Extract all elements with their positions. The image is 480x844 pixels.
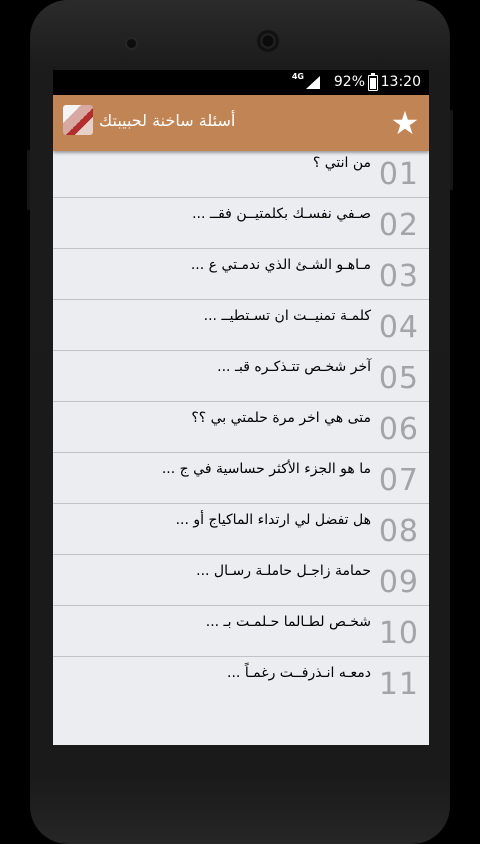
app-title: أسئلة ساخنة لحبيبتك [99, 111, 236, 130]
item-text: آخر شخـص تتـذكـره قبـ ... [217, 359, 371, 375]
list-item[interactable]: 09 حمامة زاجـل حاملـة رسـال ... [53, 555, 429, 606]
list-item[interactable]: 11 دمعـه انـذرفــت رغمـاً ... [53, 657, 429, 707]
item-number: 10 [378, 616, 419, 651]
item-number: 11 [378, 667, 419, 702]
list-item[interactable]: 05 آخر شخـص تتـذكـره قبـ ... [53, 351, 429, 402]
item-text: شخـص لطـالما حـلمـت بـ ... [205, 614, 371, 630]
battery-icon [368, 73, 378, 91]
item-number: 03 [378, 259, 419, 294]
star-icon: ★ [390, 104, 420, 142]
list-item[interactable]: 01 من انتي ؟ [53, 147, 429, 198]
item-text: من انتي ؟ [312, 155, 371, 171]
item-text: حمامة زاجـل حاملـة رسـال ... [196, 563, 371, 579]
speaker-grille [257, 30, 279, 52]
app-logo-icon [63, 105, 93, 135]
list-item[interactable]: 06 متى هي اخر مرة حلمتي بي ؟؟ [53, 402, 429, 453]
list-item[interactable]: 02 صـفي نفسـك بكلمتيــن فقــ ... [53, 198, 429, 249]
item-number: 05 [378, 361, 419, 396]
item-text: صـفي نفسـك بكلمتيــن فقــ ... [192, 206, 371, 222]
item-number: 07 [378, 463, 419, 498]
item-text: هل تفضل لي ارتداء الماكياج أو ... [175, 512, 371, 528]
favorite-button[interactable]: ★ [385, 103, 425, 143]
battery-percent: 92% [333, 74, 365, 90]
item-number: 02 [378, 208, 419, 243]
clock: 13:20 [380, 74, 421, 90]
question-list: 01 من انتي ؟ 02 صـفي نفسـك بكلمتيــن فقـ… [53, 147, 429, 707]
list-item[interactable]: 07 ما هو الجزء الأكثر حساسية في ج ... [53, 453, 429, 504]
front-camera [127, 39, 136, 48]
item-number: 01 [378, 157, 419, 192]
screen: 4G 92% 13:20 أسئلة ساخنة لحبيبتك ★ 01 من… [53, 70, 429, 745]
item-number: 09 [378, 565, 419, 600]
network-indicator: 4G [291, 72, 304, 81]
signal-icon [306, 76, 320, 89]
list-item[interactable]: 04 كلمـة تمنيــت ان تسـتطيــ ... [53, 300, 429, 351]
volume-button [450, 110, 453, 190]
item-number: 06 [378, 412, 419, 447]
app-bar: أسئلة ساخنة لحبيبتك ★ [53, 95, 429, 151]
item-number: 08 [378, 514, 419, 549]
power-button [27, 150, 30, 210]
status-bar: 4G 92% 13:20 [53, 70, 429, 95]
list-item[interactable]: 08 هل تفضل لي ارتداء الماكياج أو ... [53, 504, 429, 555]
item-text: ما هو الجزء الأكثر حساسية في ج ... [161, 461, 371, 477]
item-number: 04 [378, 310, 419, 345]
list-item[interactable]: 03 مـاهـو الشـئ الذي ندمـتي ع ... [53, 249, 429, 300]
item-text: كلمـة تمنيــت ان تسـتطيــ ... [203, 308, 371, 324]
list-item[interactable]: 10 شخـص لطـالما حـلمـت بـ ... [53, 606, 429, 657]
item-text: دمعـه انـذرفــت رغمـاً ... [227, 665, 371, 681]
item-text: متى هي اخر مرة حلمتي بي ؟؟ [191, 410, 371, 426]
item-text: مـاهـو الشـئ الذي ندمـتي ع ... [190, 257, 371, 273]
